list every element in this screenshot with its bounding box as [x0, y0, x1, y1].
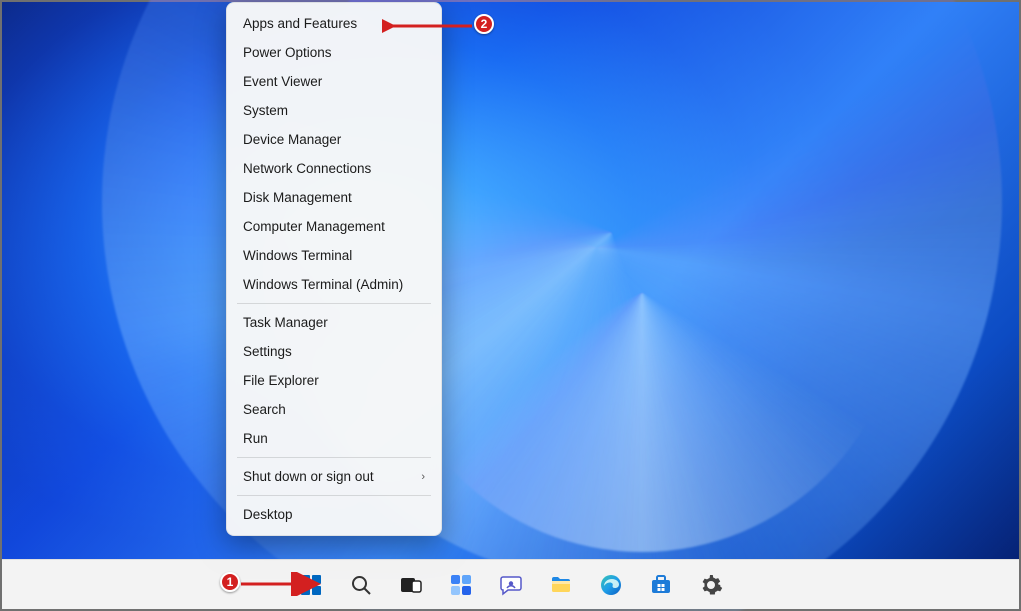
- menu-item-label: System: [243, 103, 288, 118]
- menu-item-network-connections[interactable]: Network Connections: [227, 154, 441, 183]
- menu-item-computer-management[interactable]: Computer Management: [227, 212, 441, 241]
- menu-item-label: Device Manager: [243, 132, 341, 147]
- menu-item-label: Network Connections: [243, 161, 371, 176]
- edge-button[interactable]: [591, 565, 631, 605]
- menu-item-label: Event Viewer: [243, 74, 322, 89]
- menu-item-label: Settings: [243, 344, 292, 359]
- menu-item-shut-down-or-sign-out[interactable]: Shut down or sign out ›: [227, 462, 441, 491]
- chat-button[interactable]: [491, 565, 531, 605]
- menu-item-event-viewer[interactable]: Event Viewer: [227, 67, 441, 96]
- menu-item-desktop[interactable]: Desktop: [227, 500, 441, 529]
- store-button[interactable]: [641, 565, 681, 605]
- menu-item-system[interactable]: System: [227, 96, 441, 125]
- chat-icon: [499, 573, 523, 597]
- search-icon: [349, 573, 373, 597]
- menu-separator: [237, 303, 431, 304]
- menu-item-label: Desktop: [243, 507, 293, 522]
- menu-item-label: Disk Management: [243, 190, 352, 205]
- settings-button[interactable]: [691, 565, 731, 605]
- menu-item-label: File Explorer: [243, 373, 319, 388]
- menu-item-label: Search: [243, 402, 286, 417]
- store-icon: [649, 573, 673, 597]
- menu-item-label: Apps and Features: [243, 16, 357, 31]
- annotation-badge-2: 2: [474, 14, 494, 34]
- annotation-arrow-1: [237, 572, 327, 596]
- gear-icon: [699, 573, 723, 597]
- menu-item-windows-terminal[interactable]: Windows Terminal: [227, 241, 441, 270]
- menu-item-label: Windows Terminal (Admin): [243, 277, 403, 292]
- edge-icon: [599, 573, 623, 597]
- file-explorer-button[interactable]: [541, 565, 581, 605]
- menu-item-search[interactable]: Search: [227, 395, 441, 424]
- menu-item-label: Run: [243, 431, 268, 446]
- annotation-badge-1: 1: [220, 572, 240, 592]
- menu-item-settings[interactable]: Settings: [227, 337, 441, 366]
- menu-item-label: Computer Management: [243, 219, 385, 234]
- widgets-button[interactable]: [441, 565, 481, 605]
- menu-item-label: Shut down or sign out: [243, 469, 374, 484]
- taskview-icon: [399, 573, 423, 597]
- chevron-right-icon: ›: [421, 471, 425, 483]
- menu-item-label: Windows Terminal: [243, 248, 352, 263]
- menu-separator: [237, 457, 431, 458]
- winx-context-menu[interactable]: Apps and Features Power Options Event View…: [226, 2, 442, 536]
- menu-item-run[interactable]: Run: [227, 424, 441, 453]
- menu-item-file-explorer[interactable]: File Explorer: [227, 366, 441, 395]
- search-button[interactable]: [341, 565, 381, 605]
- explorer-icon: [549, 573, 573, 597]
- menu-item-device-manager[interactable]: Device Manager: [227, 125, 441, 154]
- menu-item-task-manager[interactable]: Task Manager: [227, 308, 441, 337]
- menu-item-label: Task Manager: [243, 315, 328, 330]
- menu-item-label: Power Options: [243, 45, 332, 60]
- menu-separator: [237, 495, 431, 496]
- desktop-wallpaper: [2, 2, 1019, 559]
- menu-item-power-options[interactable]: Power Options: [227, 38, 441, 67]
- task-view-button[interactable]: [391, 565, 431, 605]
- menu-item-windows-terminal-admin[interactable]: Windows Terminal (Admin): [227, 270, 441, 299]
- taskbar: [2, 559, 1019, 609]
- menu-item-disk-management[interactable]: Disk Management: [227, 183, 441, 212]
- widgets-icon: [449, 573, 473, 597]
